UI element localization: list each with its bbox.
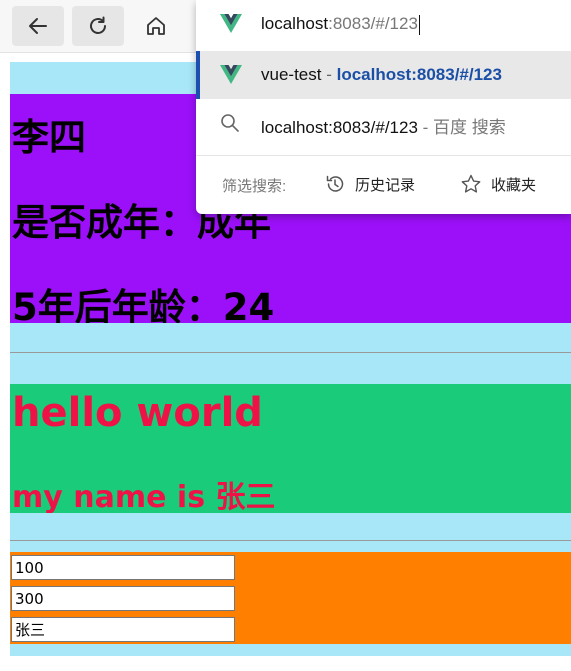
band-3	[10, 353, 571, 384]
address-path: :8083/#/123	[328, 14, 418, 33]
dropdown-divider	[196, 155, 571, 156]
favorites-filter-button[interactable]: 收藏夹	[460, 172, 536, 196]
star-icon	[461, 174, 481, 193]
vue-logo-icon	[220, 65, 242, 84]
home-icon	[147, 17, 165, 35]
vue-logo-icon	[220, 14, 242, 33]
reload-button[interactable]	[72, 6, 124, 46]
filter-search-label: 筛选搜索:	[222, 178, 287, 195]
favorites-label: 收藏夹	[491, 176, 537, 194]
greeting-panel: hello world my name is 张三	[10, 384, 571, 515]
name-input[interactable]	[11, 617, 235, 642]
search-engine: 百度 搜索	[433, 118, 506, 137]
back-arrow-icon	[29, 18, 47, 34]
history-filter-button[interactable]: 历史记录	[324, 172, 415, 196]
hello-heading: hello world	[12, 390, 263, 436]
form-panel	[10, 552, 571, 644]
suggestion-title: vue-test	[261, 65, 322, 84]
suggestion-url: localhost:8083/#/123	[336, 65, 502, 84]
history-icon	[326, 175, 344, 192]
selection-indicator	[196, 51, 200, 99]
suggestion-baidu-search[interactable]: localhost:8083/#/123 - 百度 搜索	[196, 99, 571, 147]
text-caret	[418, 14, 420, 35]
back-button[interactable]	[12, 6, 64, 46]
reload-icon	[90, 16, 106, 34]
bottom-band	[10, 644, 571, 656]
address-bar[interactable]: localhost:8083/#/123	[196, 0, 571, 50]
address-bar-dropdown: localhost:8083/#/123 vue-test - localhos…	[196, 0, 571, 214]
band-2	[10, 323, 571, 352]
value-input-2[interactable]	[11, 586, 235, 611]
search-query: localhost:8083/#/123	[261, 118, 418, 137]
suggestion-vue-test[interactable]: vue-test - localhost:8083/#/123	[196, 51, 571, 99]
home-button[interactable]	[130, 6, 182, 46]
band-4	[10, 513, 571, 540]
suggestion-separator: -	[321, 65, 337, 84]
band-5	[10, 541, 571, 552]
address-text[interactable]: localhost:8083/#/123	[261, 14, 420, 35]
my-name-heading: my name is 张三	[12, 480, 276, 515]
search-icon	[221, 114, 239, 132]
value-input-1[interactable]	[11, 555, 235, 580]
history-label: 历史记录	[355, 176, 416, 194]
search-separator: -	[417, 118, 434, 137]
address-host: localhost	[261, 14, 329, 33]
person-name: 李四	[12, 116, 86, 159]
